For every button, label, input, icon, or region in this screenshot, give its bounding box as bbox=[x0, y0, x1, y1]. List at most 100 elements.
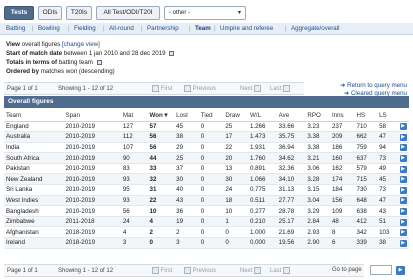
team-name-cell: South Africa bbox=[4, 152, 64, 164]
first-page-button[interactable]: First bbox=[152, 84, 172, 95]
row-action-cell: ▶ bbox=[397, 205, 409, 217]
table-cell: 58 bbox=[377, 121, 398, 133]
col-hs[interactable]: HS bbox=[354, 110, 378, 122]
row-detail-button[interactable]: ▶ bbox=[399, 197, 407, 205]
edit-icon[interactable] bbox=[169, 50, 175, 56]
table-cell: 112 bbox=[120, 131, 148, 143]
first-page-button[interactable]: First bbox=[152, 266, 172, 277]
next-page-button[interactable]: Next bbox=[240, 266, 262, 277]
row-detail-button[interactable]: ▶ bbox=[399, 186, 407, 194]
table-cell: 19.56 bbox=[276, 237, 306, 249]
col-team[interactable]: Team bbox=[4, 110, 64, 122]
row-detail-button[interactable]: ▶ bbox=[399, 176, 407, 184]
change-view-link[interactable]: [change view] bbox=[62, 41, 100, 48]
table-cell: 174 bbox=[329, 173, 355, 186]
nav-separator: | bbox=[103, 25, 105, 32]
table-cell: 37 bbox=[174, 163, 199, 175]
table-cell: 1.066 bbox=[247, 173, 277, 186]
table-cell: 0 bbox=[198, 163, 224, 175]
col-rpo[interactable]: RPO bbox=[305, 110, 330, 122]
nav-aggregate[interactable]: Aggregate/overall bbox=[291, 25, 340, 32]
table-cell: 49 bbox=[377, 163, 398, 175]
table-cell: 1.473 bbox=[247, 131, 277, 143]
table-cell: 4 bbox=[147, 216, 175, 228]
nav-fielding[interactable]: Fielding bbox=[74, 25, 96, 32]
table-cell: 648 bbox=[354, 195, 378, 207]
nav-batting[interactable]: Batting bbox=[6, 25, 25, 32]
table-row: New Zealand 2010-2019 93 32 30 0 30 1.066 34.10 3… bbox=[4, 173, 409, 186]
col-action bbox=[397, 110, 409, 122]
row-detail-button[interactable]: ▶ bbox=[399, 165, 407, 173]
table-cell: 0 bbox=[198, 121, 224, 133]
table-cell: 109 bbox=[329, 205, 355, 217]
row-detail-button[interactable]: ▶ bbox=[399, 155, 407, 163]
col-mat[interactable]: Mat bbox=[120, 110, 148, 122]
row-detail-button[interactable]: ▶ bbox=[399, 229, 407, 237]
table-cell: 342 bbox=[354, 226, 378, 239]
col-lost[interactable]: Lost bbox=[174, 110, 199, 122]
row-action-cell: ▶ bbox=[397, 163, 409, 175]
showing-count: Showing 1 - 12 of 12 bbox=[58, 86, 114, 92]
col-wl[interactable]: W/L bbox=[247, 110, 277, 122]
tab-all-formats[interactable]: All Test/ODI/T20I bbox=[96, 6, 160, 20]
table-cell: 10 bbox=[223, 205, 248, 217]
return-query-link[interactable]: ➜ Return to query menu bbox=[340, 82, 407, 89]
col-ave[interactable]: Ave bbox=[276, 110, 306, 122]
previous-page-button[interactable]: Previous bbox=[184, 84, 216, 95]
tab-tests[interactable]: Tests bbox=[4, 6, 34, 20]
row-action-cell: ▶ bbox=[397, 173, 409, 186]
nav-partnership[interactable]: Partnership bbox=[147, 25, 179, 32]
table-cell: 156 bbox=[329, 195, 355, 207]
pager-bottom: Page 1 of 1 Showing 1 - 12 of 12 First P… bbox=[4, 264, 364, 277]
goto-page-input[interactable] bbox=[370, 265, 392, 275]
row-action-cell: ▶ bbox=[397, 142, 409, 154]
col-draw[interactable]: Draw bbox=[223, 110, 248, 122]
table-cell: 103 bbox=[377, 226, 398, 239]
row-detail-button[interactable]: ▶ bbox=[399, 239, 407, 247]
last-page-button[interactable]: Last bbox=[270, 266, 291, 277]
table-cell: 3.15 bbox=[305, 184, 330, 196]
tab-odis[interactable]: ODIs bbox=[38, 6, 62, 20]
table-cell: 56 bbox=[147, 131, 175, 143]
next-page-button[interactable]: Next bbox=[240, 84, 262, 95]
row-detail-button[interactable]: ▶ bbox=[399, 123, 407, 131]
row-detail-button[interactable]: ▶ bbox=[399, 208, 407, 216]
row-detail-button[interactable]: ▶ bbox=[399, 144, 407, 152]
row-detail-button[interactable]: ▶ bbox=[399, 133, 407, 141]
table-cell: 638 bbox=[354, 205, 378, 217]
tab-t20is[interactable]: T20Is bbox=[66, 6, 92, 20]
last-page-button[interactable]: Last bbox=[270, 84, 291, 95]
col-tied[interactable]: Tied bbox=[198, 110, 224, 122]
nav-team[interactable]: Team bbox=[195, 25, 211, 32]
goto-page-button[interactable]: ▶ bbox=[396, 266, 405, 275]
table-cell: 0 bbox=[198, 184, 224, 196]
next-label: Next bbox=[240, 268, 253, 274]
col-ls[interactable]: LS bbox=[377, 110, 398, 122]
row-action-cell: ▶ bbox=[397, 237, 409, 249]
edit-icon[interactable] bbox=[96, 59, 102, 65]
previous-label: Previous bbox=[192, 86, 217, 92]
table-cell: 3.21 bbox=[305, 152, 330, 164]
col-inns[interactable]: Inns bbox=[329, 110, 355, 122]
table-cell: 2010-2019 bbox=[63, 184, 121, 196]
other-select[interactable]: - other - ▾ bbox=[164, 6, 246, 20]
ordered-line: Ordered by matches won (descending) bbox=[6, 68, 115, 76]
row-detail-button[interactable]: ▶ bbox=[399, 218, 407, 226]
previous-label: Previous bbox=[192, 268, 217, 274]
table-cell: 56 bbox=[120, 205, 148, 217]
table-cell: 51 bbox=[377, 216, 398, 228]
col-won[interactable]: Won▼ bbox=[147, 110, 175, 122]
nav-umpire-referee[interactable]: Umpire and referee bbox=[220, 25, 273, 32]
table-cell: 579 bbox=[354, 163, 378, 175]
nav-separator: | bbox=[189, 25, 191, 32]
table-cell: 0.775 bbox=[247, 184, 277, 196]
table-cell: 36 bbox=[174, 205, 199, 217]
table-cell: 45 bbox=[174, 121, 199, 133]
table-cell: 715 bbox=[354, 173, 378, 186]
nav-bowling[interactable]: Bowling bbox=[38, 25, 60, 32]
col-span[interactable]: Span bbox=[63, 110, 121, 122]
table-cell: 209 bbox=[329, 131, 355, 143]
previous-page-button[interactable]: Previous bbox=[184, 266, 216, 277]
nav-all-round[interactable]: All-round bbox=[109, 25, 134, 32]
table-cell: 32.36 bbox=[276, 163, 306, 175]
